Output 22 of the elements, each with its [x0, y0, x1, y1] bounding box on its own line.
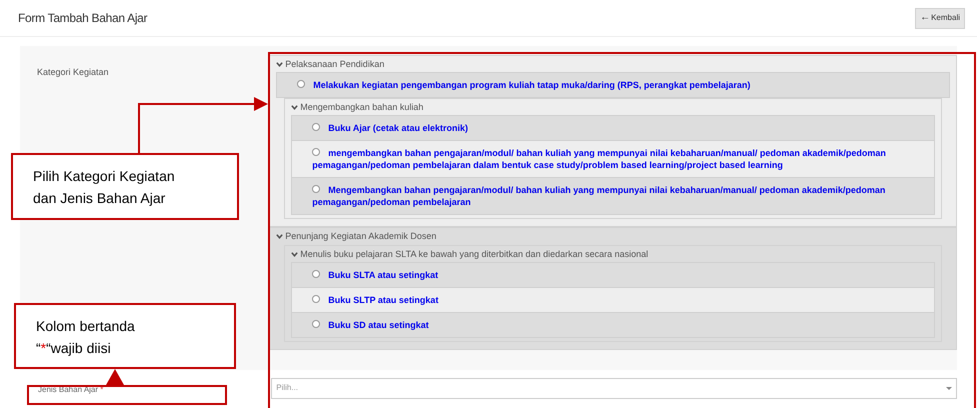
radio-icon[interactable]: [312, 185, 320, 193]
tree-group-label[interactable]: Penunjang Kegiatan Akademik Dosen: [285, 230, 436, 244]
caret-icon: [946, 386, 952, 390]
radio-icon[interactable]: [312, 320, 320, 328]
chevron-down-icon[interactable]: [276, 233, 284, 240]
radio-icon[interactable]: [312, 148, 320, 156]
tree-group-label[interactable]: Menulis buku pelajaran SLTA ke bawah yang diterbitkan dan diedarkan secara nasional: [300, 248, 648, 262]
tree-group-label[interactable]: Pelaksanaan Pendidikan: [285, 58, 384, 72]
radio-icon[interactable]: [312, 270, 320, 278]
radio-icon[interactable]: [312, 123, 320, 131]
chevron-down-icon[interactable]: [291, 251, 298, 258]
chevron-down-icon[interactable]: [291, 104, 298, 111]
radio-icon[interactable]: [312, 295, 320, 303]
arrow-icon: [106, 369, 124, 385]
callout-box: Kolom bertanda “*“wajib diisi: [14, 303, 236, 369]
page-title: Form Tambah Bahan Ajar: [18, 10, 148, 27]
radio-icon[interactable]: [297, 80, 306, 88]
field-label: Kategori Kegiatan: [37, 67, 109, 77]
chevron-down-icon[interactable]: [276, 61, 284, 68]
back-button[interactable]: ←Kembali: [915, 8, 965, 28]
tree-group-label[interactable]: Mengembangkan bahan kuliah: [300, 100, 424, 114]
callout-box: Pilih Kategori Kegiatan dan Jenis Bahan Ajar: [11, 153, 239, 220]
